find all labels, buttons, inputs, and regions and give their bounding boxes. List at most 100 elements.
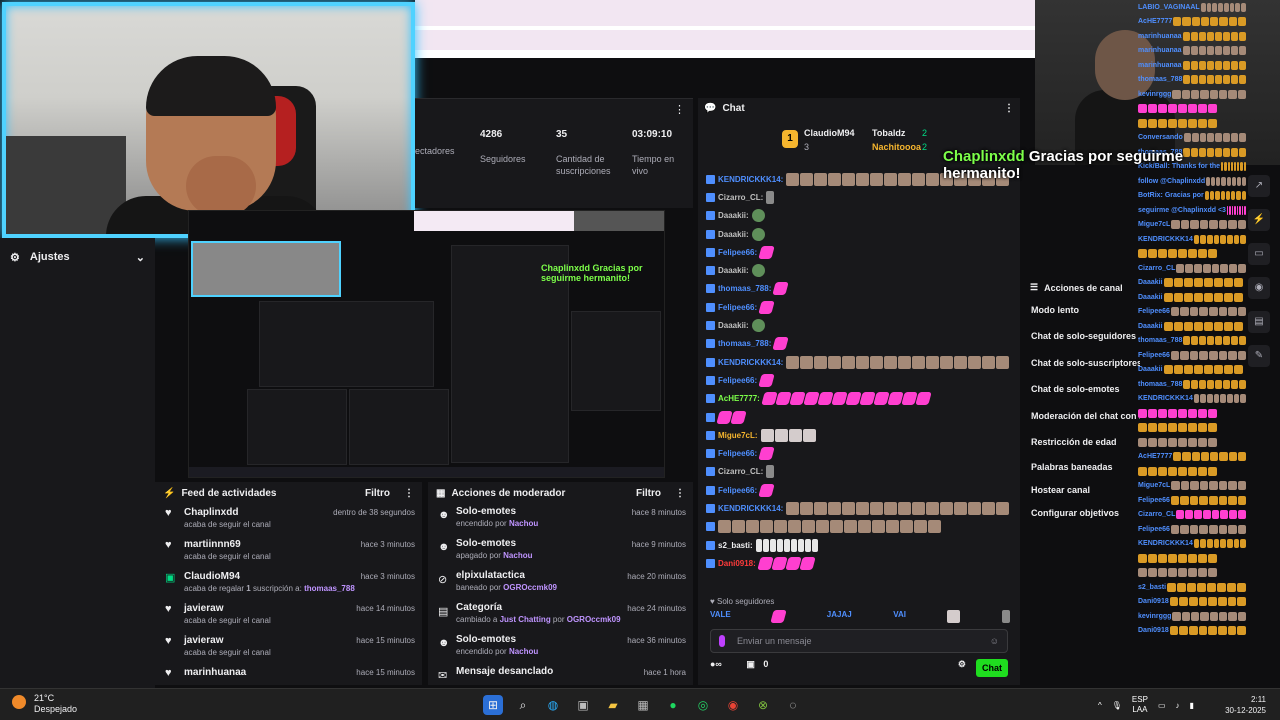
search-icon[interactable]: ⌕	[513, 695, 533, 715]
chat-message[interactable]: KENDRICKKK14:	[706, 499, 1016, 517]
chat-message[interactable]: Felipee66:	[706, 444, 1016, 462]
mod-desc-category[interactable]: Just Chatting	[500, 615, 551, 624]
folder-icon[interactable]: ▰	[603, 695, 623, 715]
chat-message[interactable]: Dani0918:	[706, 554, 1016, 572]
emote-knife[interactable]	[1001, 610, 1010, 623]
wrench-icon[interactable]: ✎	[1248, 345, 1270, 367]
bolt-icon[interactable]: ⚡	[1248, 209, 1270, 231]
chat-username[interactable]: thomaas_788:	[718, 284, 771, 293]
edge-icon[interactable]: ◍	[543, 695, 563, 715]
mod-desc-user[interactable]: Nachou	[509, 647, 538, 656]
settings-gear-icon[interactable]: ⚙	[958, 659, 966, 670]
weather-widget[interactable]: 21°C Despejado	[12, 693, 77, 715]
chat-message[interactable]: Cizarro_CL:	[706, 463, 1016, 481]
more-options-icon[interactable]: ⋮	[1004, 103, 1014, 114]
chat-message-input[interactable]: Enviar un mensaje ☺	[710, 629, 1008, 653]
stream-preview[interactable]: Chaplinxdd Gracias por seguirme hermanit…	[188, 210, 665, 478]
mod-item[interactable]: ☻ Solo-emotes encendido por Nachou hace …	[428, 632, 693, 664]
chat-message[interactable]: Daaakii:	[706, 316, 1016, 334]
emote-gray[interactable]	[947, 610, 961, 623]
settings-menu[interactable]: ⚙ Ajustes ⌄	[0, 245, 155, 269]
host-channel-link[interactable]: Hostear canal	[1024, 479, 1140, 502]
emotes-only-toggle[interactable]: Chat de solo-emotes	[1024, 376, 1140, 403]
feed-item[interactable]: ♥ marinhuanaa hace 15 minutos	[155, 664, 422, 685]
chevron-up-icon[interactable]: ^	[1098, 701, 1102, 710]
layout-icon[interactable]: ▤	[1248, 311, 1270, 333]
chat-message[interactable]: Daaakii:	[706, 261, 1016, 279]
share-icon[interactable]: ↗	[1248, 175, 1270, 197]
start-icon[interactable]: ⊞	[483, 695, 503, 715]
feed-item[interactable]: ♥ javieraw acaba de seguir el canal hace…	[155, 632, 422, 664]
chat-message[interactable]: thomaas_788:	[706, 280, 1016, 298]
goals-link[interactable]: Configurar objetivos	[1024, 502, 1140, 525]
emote-vai[interactable]: VAI	[893, 610, 906, 624]
language-indicator[interactable]: ESP LAA	[1132, 695, 1148, 715]
more-options-icon[interactable]: ⋮	[404, 488, 414, 499]
chat-message[interactable]: Cizarro_CL:	[706, 188, 1016, 206]
chat-message[interactable]: Felipee66:	[706, 298, 1016, 316]
volume-icon[interactable]: ♪	[1176, 701, 1180, 710]
subs-only-toggle[interactable]: Chat de solo-suscriptores	[1024, 350, 1140, 377]
chat-username[interactable]: Felipee66:	[718, 248, 757, 257]
mod-item[interactable]: ⊘ elpixulatactica baneado por OGROccmk09…	[428, 568, 693, 600]
banned-words-link[interactable]: Palabras baneadas	[1024, 456, 1140, 479]
chat-username[interactable]: thomaas_788:	[718, 339, 771, 348]
chat-username[interactable]: Migue7cL:	[718, 431, 758, 440]
chat-username[interactable]: Dani0918:	[718, 559, 756, 568]
gift-leaderboard[interactable]: 1 ClaudioM94 3 Tobaldz 2 Nachitoooa 2	[782, 126, 962, 160]
chat-icon[interactable]: ▭	[1248, 243, 1270, 265]
chat-username[interactable]: Cizarro_CL:	[718, 193, 763, 202]
chat-username[interactable]: KENDRICKKK14:	[718, 504, 783, 513]
store-icon[interactable]: ▣	[573, 695, 593, 715]
emote-bar[interactable]: VALE JAJAJ VAI	[710, 610, 1010, 624]
chat-message[interactable]	[706, 518, 1016, 536]
microphone-icon[interactable]	[719, 635, 725, 647]
microphone-icon[interactable]: 🎙	[1112, 701, 1122, 710]
chat-username[interactable]: AcHE7777:	[718, 394, 760, 403]
emote-jajaj[interactable]: JAJAJ	[827, 610, 852, 624]
chat-username[interactable]: Daaakii:	[718, 211, 749, 220]
mod-item[interactable]: ☻ Solo-emotes encendido por Nachou hace …	[428, 504, 693, 536]
chat-username[interactable]: Daaakii:	[718, 230, 749, 239]
emote-pink[interactable]	[770, 610, 788, 623]
spotify-icon[interactable]: ●	[663, 695, 683, 715]
battery-icon[interactable]: ▮	[1190, 701, 1194, 710]
channel-points-icon[interactable]: ▣	[746, 659, 755, 669]
more-options-icon[interactable]: ⋮	[675, 488, 685, 499]
feed-desc-user[interactable]: thomaas_788	[304, 584, 355, 593]
broadcast-icon[interactable]: ◉	[1248, 277, 1270, 299]
chat-message[interactable]: Daaakii:	[706, 207, 1016, 225]
chat-message[interactable]: Daaakii:	[706, 225, 1016, 243]
infinity-icon[interactable]: ●∞	[710, 659, 722, 669]
chat-username[interactable]: Felipee66:	[718, 303, 757, 312]
feed-item[interactable]: ♥ Chaplinxdd acaba de seguir el canal de…	[155, 504, 422, 536]
mod-desc-user[interactable]: OGROccmk09	[567, 615, 621, 624]
chat-username[interactable]: KENDRICKKK14:	[718, 358, 783, 367]
mod-desc-user[interactable]: Nachou	[509, 519, 538, 528]
chat-username[interactable]: Felipee66:	[718, 486, 757, 495]
mod-item[interactable]: ✉ Mensaje desanclado hace 1 hora	[428, 664, 693, 685]
emote-vale[interactable]: VALE	[710, 610, 731, 624]
chat-message[interactable]: Felipee66:	[706, 481, 1016, 499]
chat-username[interactable]: KENDRICKKK14:	[718, 175, 783, 184]
obs-icon[interactable]: ◌	[783, 695, 803, 715]
mod-desc-user[interactable]: Nachou	[503, 551, 532, 560]
chat-message[interactable]: thomaas_788:	[706, 335, 1016, 353]
chat-message[interactable]: KENDRICKKK14:	[706, 353, 1016, 371]
chat-username[interactable]: Daaakii:	[718, 321, 749, 330]
chat-message[interactable]: s2_basti:	[706, 536, 1016, 554]
feed-item[interactable]: ♥ martiinnn69 acaba de seguir el canal h…	[155, 536, 422, 568]
feed-item[interactable]: ▣ ClaudioM94 acaba de regalar 1 suscripc…	[155, 568, 422, 600]
chat-username[interactable]: Cizarro_CL:	[718, 467, 763, 476]
xbox-icon[interactable]: ⊗	[753, 695, 773, 715]
chat-username[interactable]: Daaakii:	[718, 266, 749, 275]
chat-message[interactable]: Felipee66:	[706, 371, 1016, 389]
mod-filter-button[interactable]: Filtro	[636, 488, 661, 499]
chat-message[interactable]	[706, 408, 1016, 426]
feed-filter-button[interactable]: Filtro	[365, 488, 390, 499]
mod-item[interactable]: ☻ Solo-emotes apagado por Nachou hace 9 …	[428, 536, 693, 568]
chat-message[interactable]: AcHE7777:	[706, 390, 1016, 408]
whatsapp-icon[interactable]: ◎	[693, 695, 713, 715]
chat-username[interactable]: Felipee66:	[718, 376, 757, 385]
slow-mode-toggle[interactable]: Modo lento	[1024, 297, 1140, 323]
